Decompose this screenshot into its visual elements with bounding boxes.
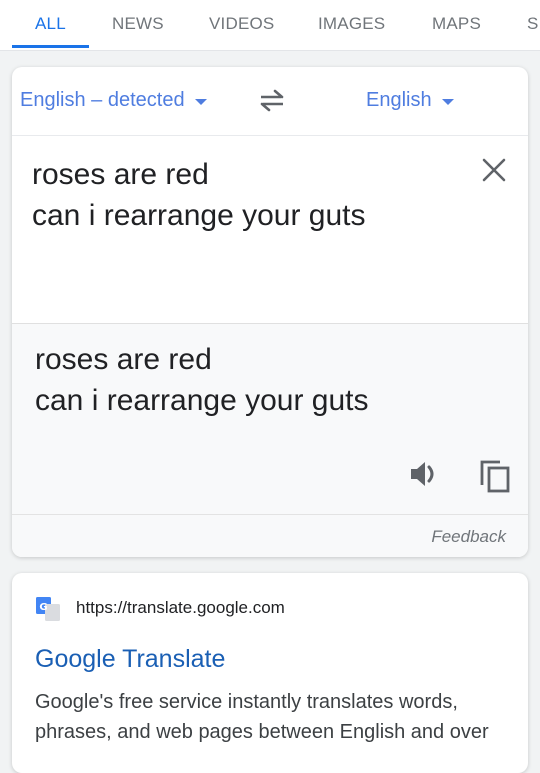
target-language-selector[interactable]: English (366, 89, 454, 112)
svg-text:G: G (39, 602, 47, 613)
result-snippet: Google's free service instantly translat… (35, 691, 489, 743)
tab-videos[interactable]: VIDEOS (209, 14, 274, 34)
tab-news[interactable]: NEWS (112, 14, 164, 34)
source-text-area[interactable]: roses are red can i rearrange your guts (12, 135, 528, 371)
source-language-selector[interactable]: English – detected (20, 89, 207, 112)
target-language-label: English (366, 89, 432, 111)
result-url[interactable]: https://translate.google.com (76, 598, 285, 618)
translated-text: roses are red can i rearrange your guts (35, 343, 369, 417)
chevron-down-icon (194, 99, 207, 105)
feedback-link[interactable]: Feedback (431, 527, 506, 547)
translation-result-area: roses are red can i rearrange your guts … (12, 323, 528, 557)
active-tab-indicator (12, 45, 89, 48)
translate-card: English – detected English roses are red… (12, 67, 528, 557)
close-icon[interactable] (480, 156, 508, 184)
tab-shopping-partial[interactable]: S (527, 14, 539, 34)
tab-all[interactable]: ALL (35, 14, 66, 34)
chevron-down-icon (441, 99, 454, 105)
result-title-link[interactable]: Google Translate (35, 645, 225, 674)
tab-maps[interactable]: MAPS (432, 14, 481, 34)
source-text[interactable]: roses are red can i rearrange your guts (32, 154, 366, 236)
search-result-card: G https://translate.google.com Google Tr… (12, 573, 528, 773)
source-language-label: English – detected (20, 89, 185, 111)
divider (12, 514, 528, 515)
speaker-icon[interactable] (408, 459, 440, 489)
tab-images[interactable]: IMAGES (318, 14, 385, 34)
copy-icon[interactable] (478, 458, 512, 494)
swap-arrows-icon[interactable] (254, 85, 290, 115)
google-translate-favicon: G (36, 597, 60, 621)
language-bar: English – detected English (12, 67, 528, 135)
search-tabs-bar: ALL NEWS VIDEOS IMAGES MAPS S (0, 0, 540, 51)
